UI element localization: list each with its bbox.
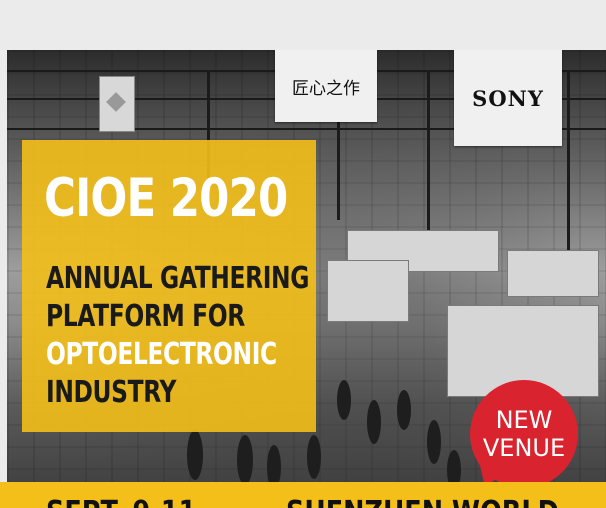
visitor-figure [307, 435, 321, 479]
visitor-figure [337, 380, 351, 420]
event-tagline: ANNUAL GATHERING PLATFORM FOR OPTOELECTR… [46, 260, 309, 412]
badge-line: VENUE [482, 434, 566, 462]
event-dates: SEPT. 9-11 [46, 495, 196, 508]
exhibition-booth [507, 250, 599, 297]
sony-banner: SONY [454, 50, 562, 146]
tagline-line: ANNUAL GATHERING [46, 261, 310, 296]
hall-column [427, 70, 430, 230]
event-headline: CIOE 2020 [44, 168, 288, 229]
visitor-figure [367, 400, 381, 444]
chinese-banner: 匠心之作 [275, 50, 377, 122]
new-venue-badge: NEW VENUE [470, 380, 578, 488]
top-margin [0, 0, 606, 50]
hall-column [567, 70, 570, 250]
visitor-figure [397, 390, 411, 430]
visitor-figure [187, 430, 203, 480]
hanging-flag [99, 76, 135, 132]
badge-line: NEW [495, 406, 553, 434]
visitor-figure [427, 420, 441, 464]
footer-bar: SEPT. 9-11 SHENZHEN WORLD [0, 482, 606, 508]
tagline-line: INDUSTRY [46, 375, 177, 410]
exhibition-booth [327, 260, 409, 322]
visitor-figure [237, 435, 253, 485]
tagline-line: PLATFORM FOR [46, 299, 245, 334]
event-venue: SHENZHEN WORLD [286, 495, 559, 508]
tagline-line: OPTOELECTRONIC [46, 337, 277, 372]
